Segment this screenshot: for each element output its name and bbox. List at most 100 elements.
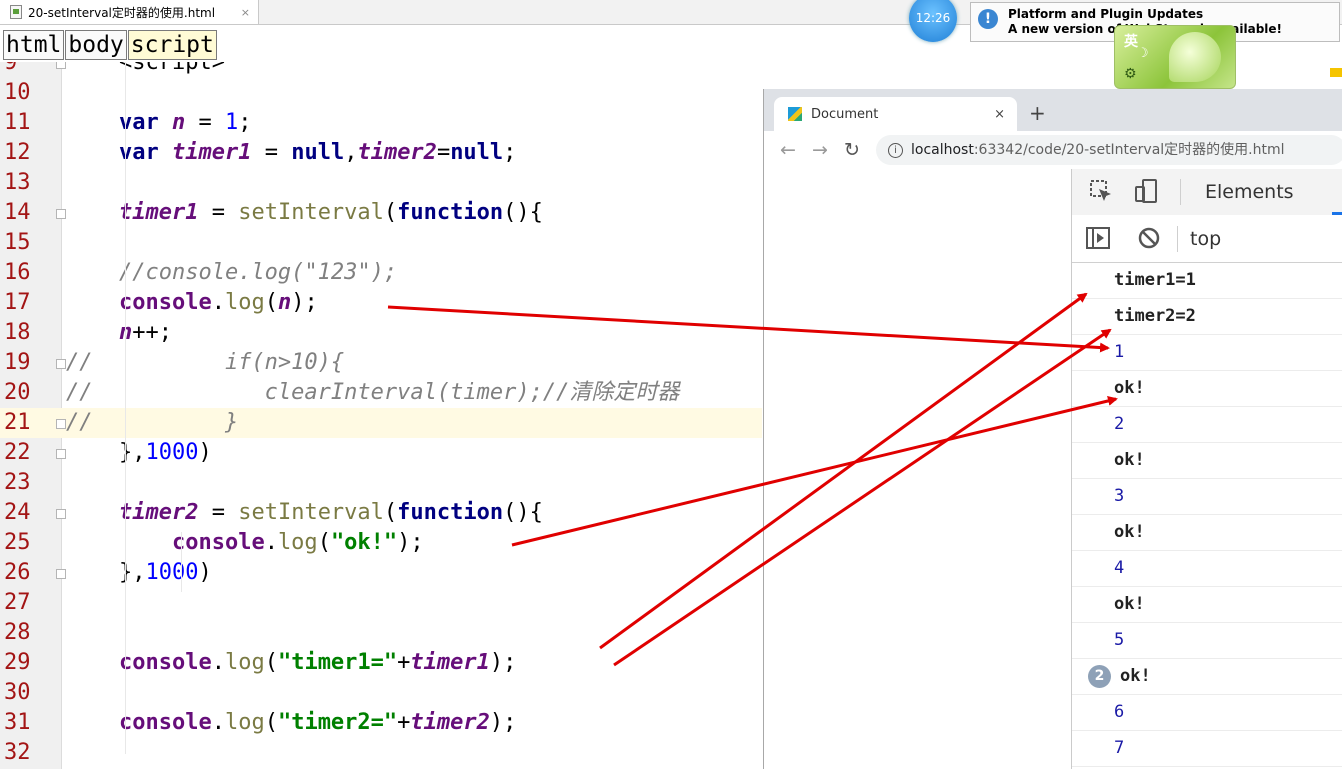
breadcrumb-html[interactable]: html	[3, 30, 65, 60]
gear-icon[interactable]: ⚙	[1124, 66, 1137, 82]
browser-tab-document[interactable]: Document ×	[774, 97, 1017, 131]
code-line[interactable]: 20 // clearInterval(timer);//清除定时器	[0, 378, 762, 408]
show-sidebar-icon[interactable]	[1086, 226, 1110, 250]
console-message-text: 1	[1114, 342, 1125, 362]
code-token: (	[264, 710, 278, 735]
code-token: );	[397, 530, 424, 555]
code-token: =	[251, 140, 292, 165]
close-icon[interactable]: ×	[241, 6, 250, 19]
console-message[interactable]: 1	[1072, 335, 1342, 371]
console-message-text: 2	[1114, 414, 1125, 434]
site-info-icon[interactable]: i	[888, 142, 903, 158]
html-file-icon	[10, 5, 22, 19]
code-line[interactable]: 16 //console.log("123");	[0, 258, 762, 288]
console-message[interactable]: timer2=2	[1072, 299, 1342, 335]
notification-title: Platform and Plugin Updates	[1008, 7, 1204, 21]
code-text: console.log("ok!");	[66, 528, 424, 558]
line-number: 27	[4, 590, 31, 615]
fold-marker-icon[interactable]	[56, 359, 66, 369]
code-line[interactable]: 9 <script>	[0, 62, 762, 78]
back-arrow-icon[interactable]: ←	[780, 139, 796, 161]
console-message[interactable]: ok!	[1072, 587, 1342, 623]
code-line[interactable]: 23	[0, 468, 762, 498]
console-message[interactable]: timer1=1	[1072, 263, 1342, 299]
code-line[interactable]: 29 console.log("timer1="+timer1);	[0, 648, 762, 678]
code-line[interactable]: 14 timer1 = setInterval(function(){	[0, 198, 762, 228]
fold-marker-icon[interactable]	[56, 509, 66, 519]
code-token: (	[383, 500, 398, 525]
editor-tab[interactable]: 20-setInterval定时器的使用.html ×	[0, 0, 259, 24]
console-message[interactable]: 3	[1072, 479, 1342, 515]
fold-marker-icon[interactable]	[56, 62, 66, 69]
code-line[interactable]: 26 },1000)	[0, 558, 762, 588]
console-message[interactable]: 6	[1072, 695, 1342, 731]
line-number: 12	[4, 140, 31, 165]
code-token: ,	[344, 140, 358, 165]
code-line[interactable]: 30	[0, 678, 762, 708]
code-line[interactable]: 31 console.log("timer2="+timer2);	[0, 708, 762, 738]
code-line[interactable]: 32	[0, 738, 762, 768]
leaf-icon	[1169, 32, 1221, 82]
code-line[interactable]: 10	[0, 78, 762, 108]
code-token: function	[397, 200, 504, 225]
code-line[interactable]: 12 var timer1 = null,timer2=null;	[0, 138, 762, 168]
code-editor[interactable]: 9 <script> 10 11 var n = 1; 12 var timer1 =…	[0, 62, 762, 769]
code-line[interactable]: 22 },1000)	[0, 438, 762, 468]
context-selector[interactable]: top	[1190, 228, 1221, 250]
code-token: (){	[503, 200, 543, 225]
code-line[interactable]: 24 timer2 = setInterval(function(){	[0, 498, 762, 528]
code-token: ++;	[132, 320, 172, 345]
input-method-widget[interactable]: 英 ☽ ⚙	[1114, 25, 1236, 89]
close-tab-icon[interactable]: ×	[994, 107, 1005, 122]
code-token: +	[397, 650, 411, 675]
code-token: 1000	[145, 440, 199, 465]
line-number: 24	[4, 500, 31, 525]
inspect-element-icon[interactable]	[1089, 179, 1113, 203]
console-message[interactable]: ok!	[1072, 443, 1342, 479]
console-message[interactable]: ok!	[1072, 515, 1342, 551]
breadcrumb-script[interactable]: script	[127, 30, 217, 60]
line-number: 9	[4, 62, 18, 75]
code-line[interactable]: 28	[0, 618, 762, 648]
clear-console-icon[interactable]	[1137, 226, 1161, 250]
console-message[interactable]: ok!	[1072, 371, 1342, 407]
address-bar[interactable]: i localhost:63342/code/20-setInterval定时器的…	[876, 135, 1342, 165]
console-message[interactable]: 2 ok!	[1072, 659, 1342, 695]
code-line[interactable]: 17 console.log(n);	[0, 288, 762, 318]
code-text: console.log("timer1="+timer1);	[66, 648, 516, 678]
code-line[interactable]: 19 // if(n>10){	[0, 348, 762, 378]
code-line[interactable]: 25 console.log("ok!");	[0, 528, 762, 558]
ime-language-label[interactable]: 英	[1124, 31, 1138, 51]
code-line[interactable]: 15	[0, 228, 762, 258]
device-toolbar-icon[interactable]	[1134, 179, 1158, 203]
url-host: localhost	[911, 142, 974, 158]
forward-arrow-icon[interactable]: →	[812, 139, 828, 161]
tab-elements[interactable]: Elements	[1205, 181, 1294, 203]
code-token: (	[317, 530, 331, 555]
code-line[interactable]: 11 var n = 1;	[0, 108, 762, 138]
code-token: .	[211, 290, 225, 315]
console-message[interactable]: 7	[1072, 731, 1342, 767]
code-line[interactable]: 13	[0, 168, 762, 198]
reload-icon[interactable]: ↻	[844, 139, 860, 161]
code-token: timer2	[118, 500, 199, 525]
fold-marker-icon[interactable]	[56, 569, 66, 579]
code-line[interactable]: 27	[0, 588, 762, 618]
fold-marker-icon[interactable]	[56, 209, 66, 219]
new-tab-button[interactable]: +	[1029, 101, 1046, 125]
breadcrumb-body[interactable]: body	[65, 30, 127, 60]
console-message[interactable]: 4	[1072, 551, 1342, 587]
console-message[interactable]: 5	[1072, 623, 1342, 659]
code-token: =	[185, 110, 225, 135]
fold-marker-icon[interactable]	[56, 449, 66, 459]
code-line[interactable]: 18 n++;	[0, 318, 762, 348]
clock-badge: 12:26	[909, 0, 957, 42]
code-token: )	[198, 440, 212, 465]
code-line[interactable]: 21 // }	[0, 408, 762, 438]
fold-marker-icon[interactable]	[56, 419, 66, 429]
console-output: timer1=1 timer2=2 1 ok! 2 ok! 3 ok! 4 ok! 5 2 ok! 6 7	[1072, 263, 1342, 767]
console-message[interactable]: 2	[1072, 407, 1342, 443]
